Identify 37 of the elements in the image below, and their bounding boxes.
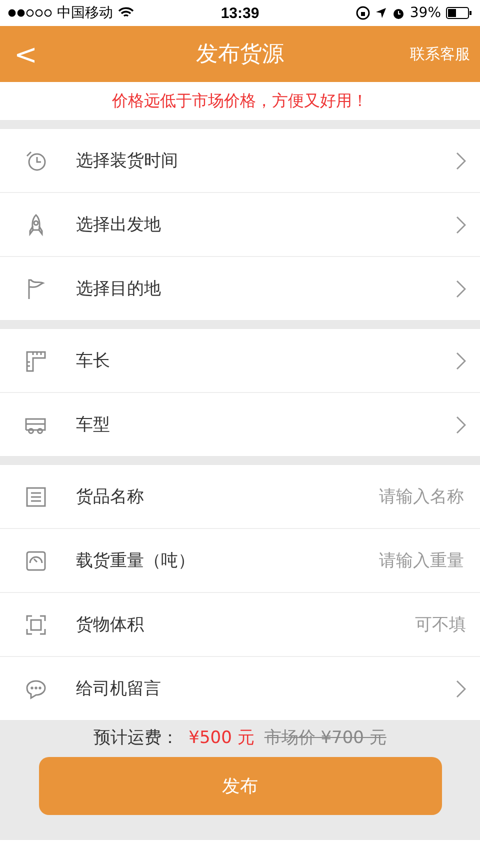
row-label: 车型 <box>76 414 111 436</box>
row-label: 车长 <box>76 350 111 372</box>
row-label: 选择目的地 <box>76 278 162 300</box>
battery-icon <box>446 7 472 19</box>
chevron-icon <box>456 680 466 698</box>
ruler-icon <box>24 348 48 372</box>
battery-percent: 39% <box>410 5 441 21</box>
clock-icon <box>24 148 48 172</box>
location-arrow-icon <box>374 7 387 19</box>
estimate-price: ¥500 元 <box>188 727 254 749</box>
carrier-name: 中国移动 <box>57 4 113 22</box>
frame-icon <box>24 612 48 636</box>
status-time: 13:39 <box>220 4 260 22</box>
row-label: 载货重量（吨） <box>76 550 196 572</box>
chevron-icon <box>456 416 466 434</box>
document-icon <box>24 484 48 508</box>
input-field[interactable]: 请输入名称 <box>332 486 466 508</box>
alarm-icon <box>392 6 405 20</box>
input-field[interactable]: 请输入重量 <box>332 550 466 572</box>
rotation-lock-icon <box>356 6 370 20</box>
row-label: 货物体积 <box>76 614 145 636</box>
market-price: 市场价 ¥700 元 <box>264 727 386 749</box>
chevron-icon <box>456 280 466 298</box>
chevron-icon <box>456 216 466 234</box>
chevron-icon <box>456 352 466 370</box>
row-label: 货品名称 <box>76 486 145 508</box>
row-label: 选择出发地 <box>76 214 162 236</box>
row-label: 选择装货时间 <box>76 150 179 172</box>
wifi-icon <box>118 7 134 19</box>
page-title: 发布货源 <box>196 41 284 69</box>
chevron-icon <box>456 152 466 170</box>
gauge-icon <box>24 548 48 572</box>
signal-icon <box>8 9 52 17</box>
promo-text: 价格远低于市场价格，方便又好用！ <box>111 90 369 112</box>
estimate-label: 预计运费： <box>94 727 179 749</box>
optional-hint: 可不填 <box>415 614 466 636</box>
row-label: 给司机留言 <box>76 678 162 700</box>
